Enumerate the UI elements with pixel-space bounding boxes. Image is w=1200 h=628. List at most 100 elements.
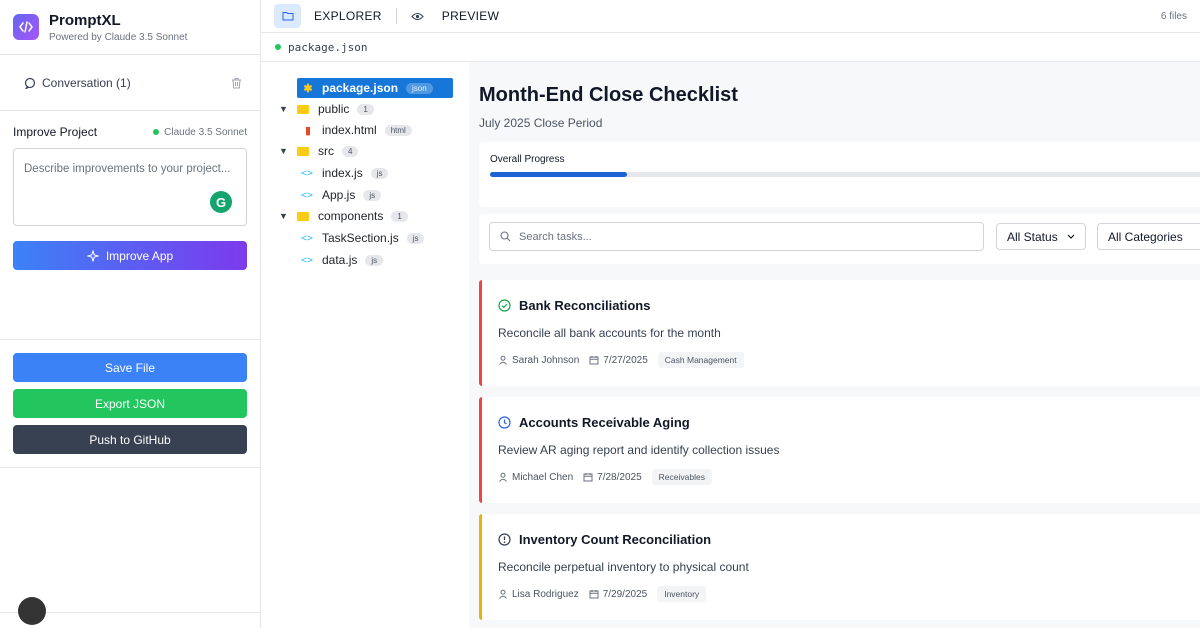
- task-description: Reconcile all bank accounts for the mont…: [498, 326, 721, 340]
- file-type-badge: js: [365, 254, 384, 266]
- active-file-bar: package.json: [261, 33, 1200, 62]
- folder-icon: [297, 146, 309, 156]
- alert-circle-icon[interactable]: [498, 533, 511, 546]
- tree-item-label: components: [318, 209, 384, 223]
- tree-folder-components[interactable]: ▼ components 1: [279, 206, 408, 226]
- user-icon: [499, 589, 507, 599]
- folder-icon: [297, 104, 309, 114]
- file-type-badge: js: [370, 167, 389, 179]
- tree-item-package-json[interactable]: ✱ package.json json: [297, 78, 453, 98]
- improve-app-button[interactable]: Improve App: [13, 241, 247, 270]
- task-category-badge: Cash Management: [657, 352, 744, 368]
- files-count: 6 files: [1160, 10, 1187, 22]
- filter-bar: Search tasks... All Status All Categorie…: [479, 214, 1200, 264]
- push-github-button[interactable]: Push to GitHub: [13, 425, 247, 454]
- tree-item-index-js[interactable]: <> index.js js: [301, 163, 389, 183]
- trash-icon[interactable]: [231, 77, 242, 89]
- improve-section: Improve Project Claude 3.5 Sonnet Descri…: [0, 111, 260, 340]
- user-icon: [499, 355, 507, 365]
- clock-icon[interactable]: [498, 416, 511, 429]
- actions-section: Save File Export JSON Push to GitHub: [0, 340, 260, 468]
- category-filter-select[interactable]: All Categories: [1097, 223, 1200, 250]
- grammarly-icon[interactable]: G: [210, 191, 232, 213]
- chevron-down-icon: ▼: [279, 146, 288, 156]
- modified-dot: [275, 44, 281, 50]
- tree-item-app-js[interactable]: <> App.js js: [301, 185, 382, 205]
- tree-item-label: package.json: [322, 81, 399, 95]
- folder-icon: [297, 211, 309, 221]
- task-due-date: 7/27/2025: [603, 354, 648, 366]
- improvement-placeholder: Describe improvements to your project...: [24, 163, 231, 175]
- code-icon: <>: [301, 167, 314, 179]
- task-description: Review AR aging report and identify coll…: [498, 443, 780, 457]
- export-json-button[interactable]: Export JSON: [13, 389, 247, 418]
- tab-preview[interactable]: PREVIEW: [442, 9, 499, 23]
- task-card[interactable]: Bank Reconciliations Reconcile all bank …: [479, 280, 1200, 386]
- tree-item-label: index.html: [322, 123, 377, 137]
- user-icon: [499, 472, 507, 482]
- chevron-down-icon: ▼: [279, 104, 288, 114]
- tree-folder-public[interactable]: ▼ public 1: [279, 99, 374, 119]
- search-placeholder: Search tasks...: [519, 230, 592, 243]
- sidebar: PromptXL Powered by Claude 3.5 Sonnet Co…: [0, 0, 261, 628]
- app-name: PromptXL: [49, 11, 121, 29]
- tab-explorer[interactable]: EXPLORER: [314, 9, 382, 23]
- file-type-badge: js: [406, 232, 425, 244]
- check-circle-icon[interactable]: [498, 299, 511, 312]
- tree-item-index-html[interactable]: ▮ index.html html: [301, 120, 412, 140]
- conversation-label: Conversation (1): [42, 75, 131, 90]
- app-subtitle: Powered by Claude 3.5 Sonnet: [49, 31, 188, 43]
- progress-label: Overall Progress: [490, 154, 565, 165]
- file-type-badge: html: [384, 124, 412, 136]
- tree-item-label: public: [318, 102, 350, 116]
- sparkle-icon: [86, 249, 99, 262]
- tab-bar: EXPLORER PREVIEW 6 files: [261, 0, 1200, 33]
- status-filter-select[interactable]: All Status: [996, 223, 1086, 250]
- progress-bar: [490, 172, 1200, 177]
- tree-item-label: App.js: [322, 188, 356, 202]
- code-icon: <>: [301, 254, 314, 266]
- calendar-icon: [589, 590, 599, 599]
- task-assignee: Sarah Johnson: [512, 354, 580, 366]
- task-category-badge: Receivables: [651, 469, 712, 485]
- task-assignee: Michael Chen: [512, 471, 574, 483]
- tree-item-tasksection-js[interactable]: <> TaskSection.js js: [301, 228, 425, 248]
- status-filter-value: All Status: [1007, 229, 1058, 244]
- search-input[interactable]: Search tasks...: [489, 222, 984, 251]
- sidebar-footer: [0, 597, 261, 625]
- category-filter-value: All Categories: [1108, 229, 1183, 244]
- progress-card: Overall Progress: [479, 142, 1200, 207]
- task-description: Reconcile perpetual inventory to physica…: [498, 560, 749, 574]
- chevron-down-icon: [1067, 234, 1075, 239]
- folder-icon[interactable]: [274, 4, 301, 28]
- task-title: Bank Reconciliations: [519, 298, 651, 313]
- priority-stripe: [479, 397, 482, 503]
- task-card[interactable]: Accounts Receivable Aging Review AR agin…: [479, 397, 1200, 503]
- improve-title: Improve Project: [13, 125, 98, 139]
- model-badge: Claude 3.5 Sonnet: [153, 127, 247, 138]
- chevron-down-icon: ▼: [279, 211, 288, 221]
- task-due-date: 7/29/2025: [602, 588, 648, 600]
- tree-item-label: TaskSection.js: [322, 231, 399, 245]
- task-category-badge: Inventory: [657, 586, 707, 602]
- progress-fill: [490, 172, 627, 177]
- tree-folder-src[interactable]: ▼ src 4: [279, 141, 359, 161]
- chat-icon: [24, 77, 36, 89]
- count-badge: 4: [342, 145, 359, 157]
- tree-item-data-js[interactable]: <> data.js js: [301, 250, 384, 270]
- priority-stripe: [479, 514, 482, 620]
- avatar[interactable]: [18, 597, 46, 625]
- model-name: Claude 3.5 Sonnet: [164, 126, 247, 138]
- save-file-button[interactable]: Save File: [13, 353, 247, 382]
- conversation-item[interactable]: Conversation (1): [0, 55, 260, 111]
- improve-app-label: Improve App: [105, 248, 174, 263]
- improvement-input[interactable]: Describe improvements to your project...…: [13, 148, 247, 226]
- calendar-icon: [589, 356, 599, 365]
- page-subtitle: July 2025 Close Period: [479, 116, 603, 130]
- task-title: Inventory Count Reconciliation: [519, 532, 712, 547]
- preview-pane: Month-End Close Checklist July 2025 Clos…: [469, 62, 1200, 628]
- html-file-icon: ▮: [304, 124, 312, 137]
- task-card[interactable]: Inventory Count Reconciliation Reconcile…: [479, 514, 1200, 620]
- eye-icon[interactable]: [411, 12, 424, 21]
- file-tree: ✱ package.json json ▼ public 1 ▮ index.h…: [261, 62, 469, 628]
